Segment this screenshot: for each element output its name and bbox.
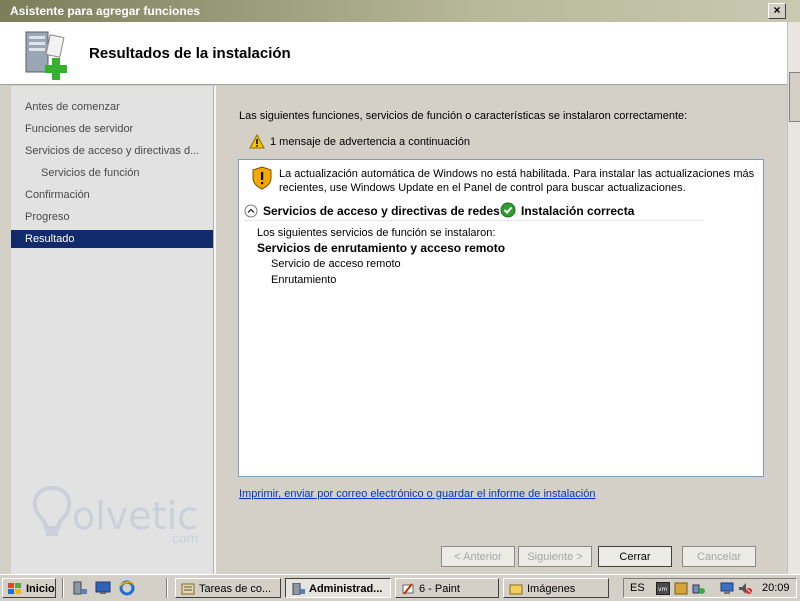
server-manager-icon [292, 583, 305, 596]
report-link[interactable]: Imprimir, enviar por correo electrónico … [239, 488, 595, 500]
clock: 20:09 [762, 582, 790, 594]
success-check-icon [500, 202, 516, 218]
nav-item-resultado[interactable]: Resultado [11, 230, 213, 248]
logo-suffix: .com [168, 530, 199, 546]
vmware-icon[interactable]: vm [656, 582, 670, 595]
role-name: Servicios de acceso y directivas de rede… [263, 204, 500, 218]
installed-intro: Los siguientes servicios de función se i… [257, 227, 496, 239]
solvetic-logo: olvetic .com [30, 480, 208, 550]
warning-summary: 1 mensaje de advertencia a continuación [249, 133, 470, 152]
service-item: Enrutamiento [271, 274, 337, 286]
page-title: Resultados de la instalación [89, 45, 291, 62]
install-status: Instalación correcta [521, 204, 635, 218]
computer-icon[interactable] [720, 582, 734, 595]
window-title: Asistente para agregar funciones [10, 4, 201, 18]
service-group: Servicios de enrutamiento y acceso remot… [257, 241, 506, 255]
shield-warning-icon [252, 166, 272, 190]
volume-muted-icon[interactable] [738, 582, 752, 595]
tray-app-icon[interactable] [674, 582, 688, 595]
nav-item-servicios-funcion[interactable]: Servicios de función [11, 164, 213, 182]
tasks-icon [181, 583, 195, 595]
windows-update-warning: La actualización automática de Windows n… [279, 168, 755, 194]
nav-item-progreso[interactable]: Progreso [11, 208, 213, 226]
intro-text: Las siguientes funciones, servicios de f… [239, 110, 688, 122]
taskbar-task-paint[interactable]: 6 - Paint [395, 578, 499, 598]
wizard-header: Resultados de la instalación [0, 22, 787, 85]
results-panel[interactable]: La actualización automática de Windows n… [238, 159, 764, 477]
cancel-button[interactable]: Cancelar [682, 546, 756, 567]
warning-icon [249, 133, 265, 149]
nav-item-confirmacion[interactable]: Confirmación [11, 186, 213, 204]
taskbar-separator [166, 578, 168, 598]
window-scrollbar[interactable] [787, 22, 800, 574]
paint-icon [402, 583, 414, 595]
next-button[interactable]: Siguiente > [518, 546, 592, 567]
scrollbar-thumb[interactable] [789, 72, 800, 122]
role-result-row[interactable]: Servicios de acceso y directivas de rede… [244, 202, 704, 221]
taskbar-task-imagenes[interactable]: Imágenes [503, 578, 609, 598]
taskbar: Inicio Tareas de co... Administrad... 6 … [0, 574, 800, 601]
nav-item-servicios-acceso[interactable]: Servicios de acceso y directivas d... [11, 142, 213, 160]
folder-icon [509, 584, 523, 595]
close-button[interactable]: Cerrar [598, 546, 672, 567]
server-manager-icon[interactable] [72, 581, 88, 595]
system-tray: ES vm 20:09 [623, 578, 797, 598]
taskbar-task-tareas[interactable]: Tareas de co... [175, 578, 281, 598]
close-window-button[interactable]: × [768, 3, 786, 19]
server-add-icon [25, 31, 67, 80]
start-button[interactable]: Inicio [2, 578, 56, 598]
taskbar-separator [62, 578, 64, 598]
nav-divider [213, 86, 216, 574]
windows-logo-icon [8, 583, 21, 595]
internet-explorer-icon[interactable] [119, 580, 135, 596]
taskbar-task-administrador[interactable]: Administrad... [285, 578, 391, 598]
language-indicator[interactable]: ES [630, 582, 645, 594]
collapse-chevron-icon[interactable] [244, 204, 258, 218]
svg-text:vm: vm [658, 586, 668, 593]
service-item: Servicio de acceso remoto [271, 258, 401, 270]
network-icon[interactable] [692, 582, 706, 595]
back-button[interactable]: < Anterior [441, 546, 515, 567]
nav-item-antes[interactable]: Antes de comenzar [11, 98, 213, 116]
warning-count: 1 mensaje de advertencia a continuación [270, 136, 470, 148]
show-desktop-icon[interactable] [95, 581, 111, 595]
window-title-bar[interactable]: Asistente para agregar funciones × [0, 0, 800, 22]
nav-item-funciones[interactable]: Funciones de servidor [11, 120, 213, 138]
